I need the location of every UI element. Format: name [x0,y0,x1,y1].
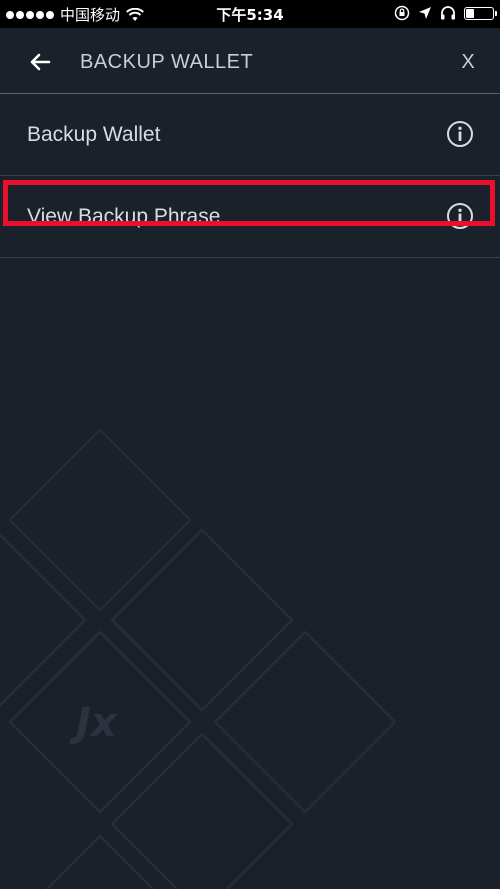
menu-item-label: View Backup Phrase [27,205,221,228]
location-icon [419,7,431,19]
jaxx-logo-watermark: Jx [76,700,117,746]
menu-item-label: Backup Wallet [27,123,161,146]
page-title: BACKUP WALLET [80,51,254,73]
status-right [394,5,497,21]
info-icon[interactable] [446,120,474,148]
battery-icon [464,6,497,20]
headphones-icon [441,6,455,20]
menu-item-backup-wallet[interactable]: Backup Wallet [0,94,500,176]
back-button[interactable] [22,44,58,80]
close-button[interactable]: X [454,47,482,77]
status-bar: 中国移动 下午5:34 [0,0,500,28]
header-bar: BACKUP WALLET X [0,28,500,94]
rotation-lock-icon [394,5,410,21]
menu-item-view-backup-phrase[interactable]: View Backup Phrase [0,176,500,258]
arrow-left-icon [30,53,51,71]
info-icon[interactable] [446,202,474,230]
background-pattern [0,428,397,889]
